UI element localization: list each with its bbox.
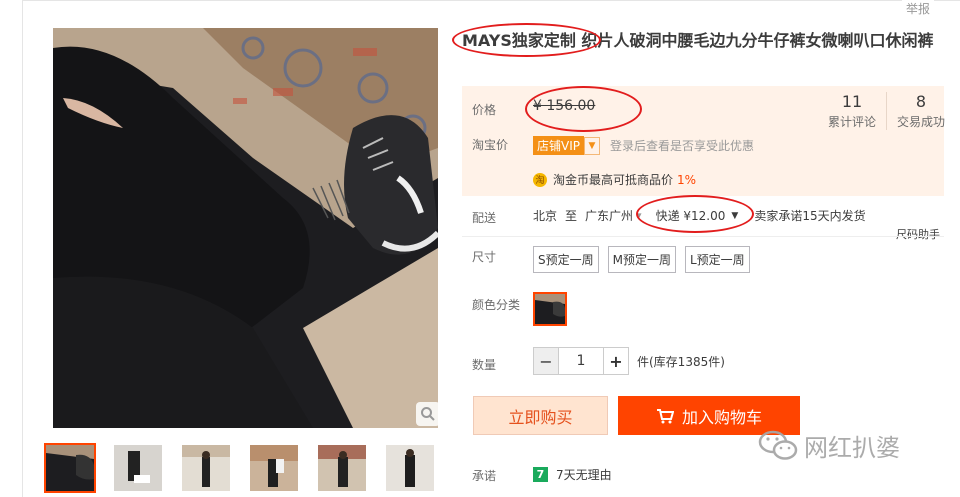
login-hint[interactable]: 登录后查看是否享受此优惠 bbox=[610, 137, 754, 154]
report-link[interactable]: 举报 bbox=[901, 0, 934, 17]
guarantee-label: 承诺 bbox=[472, 469, 497, 483]
dest-chevron-icon[interactable]: ▾ bbox=[637, 211, 642, 221]
size-option-m[interactable]: M预定一周 bbox=[607, 246, 676, 273]
stock-text: 件(库存1385件) bbox=[637, 354, 725, 369]
thumbnail-1[interactable] bbox=[44, 443, 96, 493]
original-price: ¥ 156.00 bbox=[533, 98, 596, 114]
wechat-icon bbox=[758, 430, 798, 460]
size-option-l[interactable]: L预定一周 bbox=[684, 246, 750, 273]
thumbnail-2[interactable] bbox=[112, 443, 164, 493]
method-chevron-icon[interactable]: ▼ bbox=[731, 211, 738, 221]
thumbnail-3[interactable] bbox=[180, 443, 232, 493]
size-helper-link[interactable]: 尺码助手 bbox=[896, 226, 940, 242]
vip-price-row: 店铺VIP ▼ 登录后查看是否享受此优惠 bbox=[533, 136, 754, 155]
color-swatch[interactable] bbox=[533, 292, 567, 326]
quantity-input[interactable]: 1 bbox=[559, 347, 603, 375]
taobao-price-label: 淘宝价 bbox=[472, 138, 509, 152]
thumbnail-strip bbox=[44, 443, 436, 493]
shipping-from: 北京 bbox=[533, 209, 558, 223]
shipping-to-word: 至 bbox=[565, 209, 578, 223]
thumbnail-5[interactable] bbox=[316, 443, 368, 493]
watermark-text: 网红扒婆 bbox=[804, 434, 900, 462]
price-label: 价格 bbox=[472, 103, 497, 117]
coin-text: 淘金币最高可抵商品价 bbox=[553, 173, 674, 187]
stats-panel: 11 累计评论 8 交易成功 bbox=[818, 92, 955, 130]
coin-icon: 淘 bbox=[533, 172, 547, 187]
chevron-down-icon[interactable]: ▼ bbox=[584, 136, 600, 155]
stat-reviews[interactable]: 11 累计评论 bbox=[818, 92, 886, 130]
add-to-cart-label: 加入购物车 bbox=[681, 407, 762, 427]
shipping-method[interactable]: 快递 ¥12.00 bbox=[656, 207, 726, 224]
quantity-minus-button[interactable]: − bbox=[533, 347, 559, 375]
stat-transactions-label: 交易成功 bbox=[896, 115, 945, 129]
watermark: 网红扒婆 bbox=[758, 428, 900, 463]
stat-transactions[interactable]: 8 交易成功 bbox=[886, 92, 955, 130]
stat-reviews-label: 累计评论 bbox=[827, 115, 876, 129]
vip-badge[interactable]: 店铺VIP bbox=[533, 136, 584, 155]
size-option-s[interactable]: S预定一周 bbox=[533, 246, 599, 273]
shipping-promise: 卖家承诺15天内发货 bbox=[754, 209, 866, 223]
guarantee-text: 7天无理由 bbox=[556, 468, 612, 482]
guarantee-row[interactable]: 7 7天无理由 bbox=[533, 466, 612, 483]
seven-day-icon: 7 bbox=[533, 467, 548, 482]
quantity-plus-button[interactable]: + bbox=[603, 347, 629, 375]
stat-transactions-count: 8 bbox=[915, 92, 927, 111]
coin-row: 淘 淘金币最高可抵商品价 1% bbox=[533, 171, 696, 188]
shipping-row: 北京 至 广东广州 ▾ 快递 ¥12.00 ▼ 卖家承诺15天内发货 bbox=[533, 207, 866, 224]
stat-reviews-count: 11 bbox=[841, 92, 863, 111]
coin-percent: 1% bbox=[677, 172, 697, 187]
shipping-destination[interactable]: 广东广州 bbox=[585, 207, 633, 224]
zoom-icon[interactable] bbox=[416, 402, 440, 426]
buy-now-button[interactable]: 立即购买 bbox=[473, 396, 608, 435]
thumbnail-6[interactable] bbox=[384, 443, 436, 493]
color-label: 颜色分类 bbox=[472, 298, 521, 312]
size-options: S预定一周 M预定一周 L预定一周 bbox=[533, 246, 750, 273]
main-product-image[interactable] bbox=[53, 28, 438, 428]
divider bbox=[462, 236, 944, 237]
size-label: 尺寸 bbox=[472, 250, 497, 264]
quantity-label: 数量 bbox=[472, 358, 497, 372]
cart-icon bbox=[656, 408, 674, 423]
thumbnail-4[interactable] bbox=[248, 443, 300, 493]
shipping-label: 配送 bbox=[472, 211, 497, 225]
quantity-stepper: − 1 + 件(库存1385件) bbox=[533, 347, 725, 375]
product-title: MAYS独家定制 织片人破洞中腰毛边九分牛仔裤女微喇叭口休闲裤 bbox=[462, 31, 934, 50]
